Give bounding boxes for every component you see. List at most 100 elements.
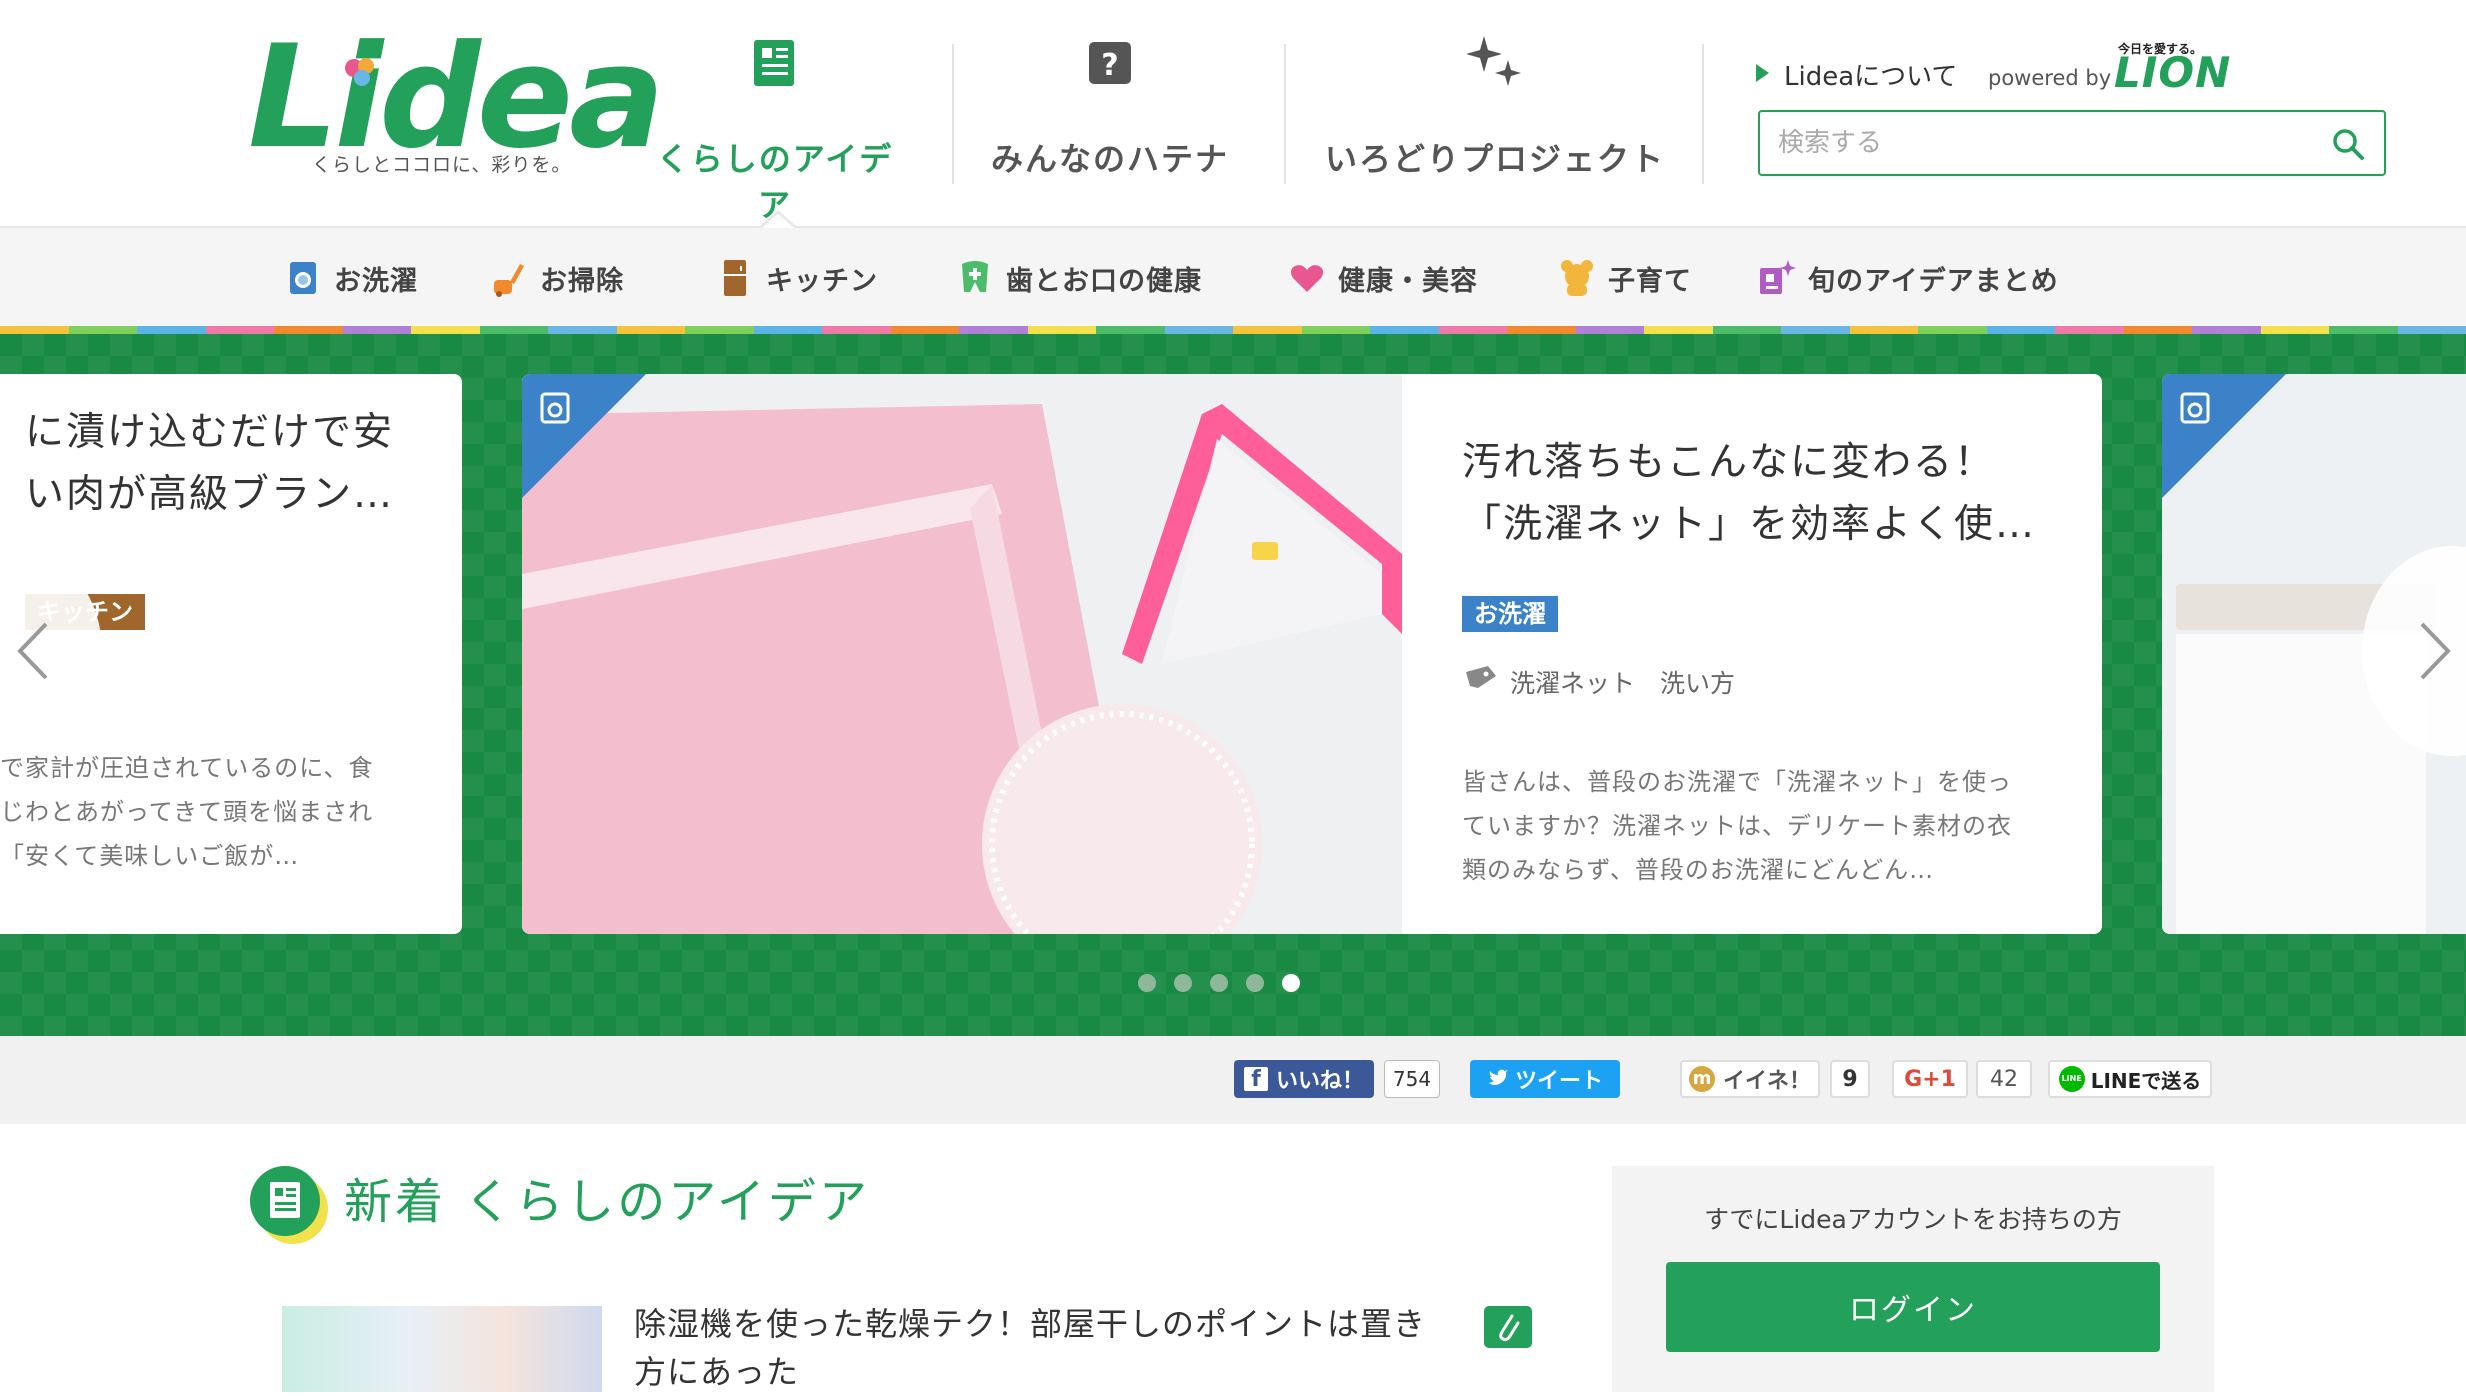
search-icon[interactable] [2330,126,2366,162]
facebook-like-button[interactable]: f いいね！ [1234,1060,1374,1098]
card-title: 汚れ落ちもこんなに変わる！ 「洗濯ネット」を効率よく使… [1462,432,2036,556]
category-cleaning[interactable]: お掃除 [490,228,624,328]
laundry-net-photo [522,374,1402,934]
nav-kurashi-idea[interactable]: くらしのアイデア [640,30,910,200]
article-thumbnail[interactable] [282,1306,602,1392]
stripe-segment [2192,326,2261,334]
stripe-segment [754,326,823,334]
stripe-segment [1713,326,1782,334]
carousel-dot[interactable] [1246,974,1264,992]
category-tag-laundry[interactable]: お洗濯 [1462,596,1558,632]
card-excerpt: で家計が圧迫されているのに、食 じわとあがってきて頭を悩まされ 「安くて美味しい… [0,746,374,878]
category-label: 旬のアイデアまとめ [1808,259,2059,298]
active-nav-caret-inner [762,214,794,228]
laundry-net-illustration [522,374,1402,934]
carousel-dot[interactable] [1282,974,1300,992]
tweet-button[interactable]: ツイート [1470,1060,1620,1098]
washing-machine-icon [540,392,570,424]
category-seasonal-ideas[interactable]: 旬のアイデアまとめ [1758,228,2059,328]
about-lidea-link[interactable]: Lideaについて [1784,56,1957,93]
line-label: LINEで送る [2091,1065,2202,1094]
stripe-segment [1918,326,1987,334]
stripe-segment [1850,326,1919,334]
chevron-left-icon [14,620,54,682]
stripe-segment [69,326,138,334]
stripe-segment [0,326,69,334]
stripe-segment [685,326,754,334]
carousel-dot[interactable] [1174,974,1192,992]
rainbow-stripe [0,326,2466,334]
stripe-segment [1507,326,1576,334]
stripe-segment [1028,326,1097,334]
nav-divider [1284,44,1286,184]
carousel-card-main[interactable]: 汚れ落ちもこんなに変わる！ 「洗濯ネット」を効率よく使… お洗濯 洗濯ネット 洗… [522,374,2102,934]
category-label: 歯とお口の健康 [1006,259,1202,298]
stripe-segment [1781,326,1850,334]
google-plus-count: 42 [1976,1060,2032,1098]
nav-minna-hatena[interactable]: ? みんなのハテナ [980,30,1240,200]
powered-by-text: powered by [1988,66,2111,90]
nav-divider [952,44,954,184]
news-icon [740,30,810,100]
stripe-segment [2398,326,2466,334]
chevron-right-icon [2414,620,2454,682]
paperclip-icon [1484,1306,1532,1348]
nav-label: みんなのハテナ [980,134,1240,180]
nav-irodori-project[interactable]: いろどりプロジェクト [1310,30,1680,200]
logo-tagline: くらしとココロに、彩りを。 [312,150,571,177]
category-childcare[interactable]: 子育て [1558,228,1692,328]
clip-button[interactable] [1484,1306,1532,1348]
stripe-segment [206,326,275,334]
site-header: Lidea くらしとココロに、彩りを。 くらしのアイデア ? みんなのハテナ い… [0,0,2466,228]
stripe-segment [1987,326,2056,334]
social-share-bar: f いいね！ 754 ツイート m イイネ！ 9 G+1 42 LINE LIN… [0,1036,2466,1124]
stripe-segment [137,326,206,334]
stripe-segment [1096,326,1165,334]
tooth-icon [956,258,994,298]
stripe-segment [411,326,480,334]
keyword-tags[interactable]: 洗濯ネット 洗い方 [1510,664,1735,700]
article-title-link[interactable]: 除湿機を使った乾燥テク！部屋干しのポイントは置き方にあった [634,1300,1434,1396]
nav-label: いろどりプロジェクト [1310,134,1680,180]
carousel-dot[interactable] [1210,974,1228,992]
carousel-dot[interactable] [1138,974,1156,992]
news-icon [250,1166,320,1236]
stripe-segment [2329,326,2398,334]
category-label: お洗濯 [334,259,418,298]
stripe-segment [1644,326,1713,334]
stripe-segment [1165,326,1234,334]
stripe-segment [1439,326,1508,334]
heart-icon [1288,258,1326,298]
stripe-segment [2124,326,2193,334]
category-bar: お洗濯 お掃除 キッチン 歯とお口の健康 健康・美容 子育て [0,228,2466,328]
login-button[interactable]: ログイン [1666,1262,2160,1352]
category-kitchen[interactable]: キッチン [716,228,878,328]
category-laundry[interactable]: お洗濯 [284,228,418,328]
mixi-check-button[interactable]: m イイネ！ [1680,1060,1820,1098]
mixi-count: 9 [1830,1060,1870,1098]
washing-machine-icon [284,258,322,298]
search-input[interactable] [1776,112,2260,174]
line-share-button[interactable]: LINE LINEで送る [2048,1060,2212,1098]
stripe-segment [2261,326,2330,334]
line-icon: LINE [2059,1066,2085,1092]
stripe-segment [959,326,1028,334]
stripe-segment [617,326,686,334]
card-excerpt: 皆さんは、普段のお洗濯で「洗濯ネット」を使っ ていますか？洗濯ネットは、デリケー… [1462,760,2012,892]
google-plus-button[interactable]: G+1 [1892,1060,1968,1098]
category-label: 健康・美容 [1338,259,1478,298]
facebook-like-count: 754 [1384,1060,1440,1098]
feature-carousel: に漬け込むだけで安 い肉が高級ブラン… キッチン で家計が圧迫されているのに、食… [0,334,2466,1036]
lion-logo[interactable]: LION [2114,48,2231,97]
stripe-segment [891,326,960,334]
mixi-label: イイネ！ [1723,1063,1811,1095]
stripe-segment [1302,326,1371,334]
stripe-segment [274,326,343,334]
tweet-label: ツイート [1515,1063,1603,1095]
category-dental[interactable]: 歯とお口の健康 [956,228,1202,328]
facebook-icon: f [1244,1067,1268,1091]
vacuum-icon [490,258,528,298]
category-label: 子育て [1608,259,1692,298]
category-health-beauty[interactable]: 健康・美容 [1288,228,1478,328]
section-title: 新着 くらしのアイデア [344,1162,870,1232]
